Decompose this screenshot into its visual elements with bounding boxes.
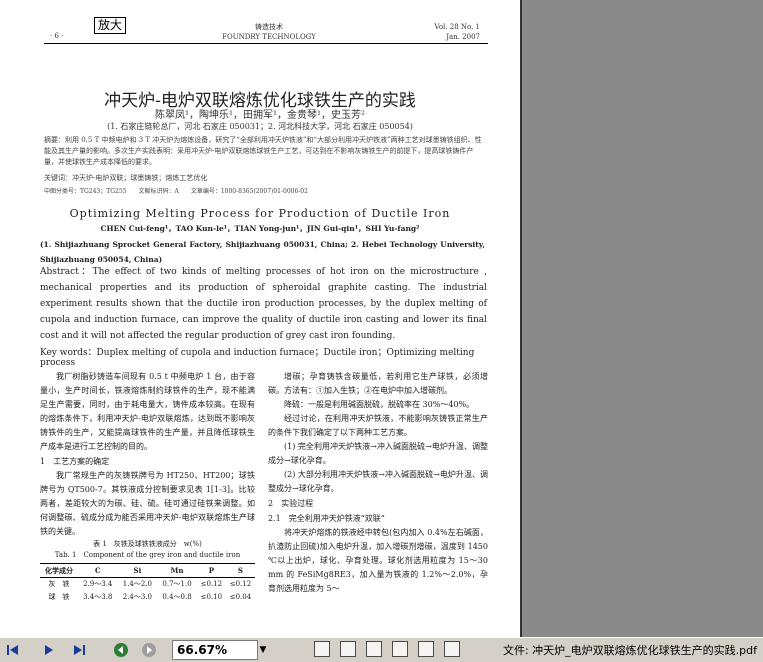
keywords-en: Key words：Duplex melting of cupola and i… <box>40 348 475 368</box>
section-heading: 2 实验过程 <box>268 499 314 508</box>
table-cell: 0.7～1.0 <box>162 580 192 588</box>
abstract-en: Abstract：The effect of two kinds of melt… <box>40 267 487 341</box>
subsection-heading: 2.1 完全利用冲天炉铁液“双联” <box>268 514 385 523</box>
journal-name-en: FOUNDRY TECHNOLOGY <box>222 33 316 41</box>
composition-table: 化学成分 C Si Mn P S 灰 铁 2.9～3.4 1.4～2.0 0.7… <box>40 563 255 604</box>
table-cell: 0.4～0.8 <box>162 593 192 601</box>
table-header: P <box>208 566 214 575</box>
pdf-page: 放大 · 6 · 铸造技术 FOUNDRY TECHNOLOGY Vol. 28… <box>0 0 522 637</box>
paragraph: 经过讨论，在利用冲天炉铁液，不能影响灰铸铁正常生产的条件下我们确定了以下两种工艺… <box>268 414 488 437</box>
abstract-cn: 摘要：利用 0.5 T 中频电炉和 3 T 冲天炉为熔炼设备，研究了“全部利用冲… <box>44 136 482 166</box>
single-page-view-icon[interactable] <box>314 641 330 657</box>
body-column-right: 增碳；孕育铸铁含碳量低，若利用它生产球铁，必须增碳。方法有：①加入生铁；②在电炉… <box>268 370 488 596</box>
table-cell: ≤0.12 <box>200 580 223 588</box>
forward-icon[interactable] <box>140 641 158 659</box>
table-header: S <box>237 566 243 575</box>
table-cell: ≤0.10 <box>200 593 223 601</box>
table-row: 灰 铁 2.9～3.4 1.4～2.0 0.7～1.0 ≤0.12 ≤0.12 <box>40 578 255 592</box>
next-page-icon[interactable] <box>40 641 58 659</box>
table-row: 球 铁 3.4～3.8 2.4～3.0 0.4～0.8 ≤0.10 ≤0.04 <box>40 591 255 604</box>
file-name: 文件: 冲天炉_电炉双联熔炼优化球铁生产的实践.pdf <box>502 644 757 657</box>
table-cell: ≤0.04 <box>229 593 252 601</box>
paragraph: (1) 完全利用冲天炉铁液→冲入碱面脱硫→电炉升温、调整成分→球化孕育。 <box>268 442 488 465</box>
table-header: Mn <box>170 566 184 575</box>
table-cell: ≤0.12 <box>229 580 252 588</box>
authors-en: CHEN Cui-feng¹，TAO Kun-le¹，TIAN Yong-jun… <box>100 224 420 233</box>
continuous-facing-view-icon[interactable] <box>392 641 408 657</box>
authors-cn: 陈翠凤¹，陶坤乐¹，田拥军¹，金贵琴¹，史玉芳² <box>154 110 366 121</box>
bottom-toolbar: 66.67% ▼ 文件: 冲天炉_电炉双联熔炼优化球铁生产的实践.pdf <box>0 637 763 662</box>
header-rule <box>44 43 488 44</box>
last-page-icon[interactable] <box>70 641 88 659</box>
title-en: Optimizing Melting Process for Productio… <box>69 207 451 220</box>
keywords-cn: 关键词：冲天炉-电炉双联；球墨铸铁；熔炼工艺优化 <box>44 174 208 182</box>
journal-date: Jan. 2007 <box>446 33 480 41</box>
facing-view-icon[interactable] <box>366 641 382 657</box>
document-viewer: 放大 · 6 · 铸造技术 FOUNDRY TECHNOLOGY Vol. 28… <box>0 0 763 637</box>
rotate-view-icon[interactable] <box>418 641 434 657</box>
table-cell: 灰 铁 <box>48 580 70 588</box>
back-icon[interactable] <box>112 641 130 659</box>
continuous-view-icon[interactable] <box>340 641 356 657</box>
table-cell: 2.4～3.0 <box>122 593 153 601</box>
paragraph: 将冲天炉熔炼的铁液经中转包(包内加入 0.4%左右碱面，扒渣防止回硫)加入电炉升… <box>268 528 488 593</box>
journal-name-cn: 铸造技术 <box>255 23 283 31</box>
paragraph: 我厂常规生产的灰铸铁牌号为 HT250、HT200；球铁牌号为 QT500-7。… <box>40 471 255 536</box>
first-page-icon[interactable] <box>4 641 22 659</box>
table-header: 化学成分 <box>44 566 73 575</box>
classification-line: 中图分类号：TG243；TG255 文献标识码：A 文章编号：1000-8365… <box>44 188 308 195</box>
table-header: C <box>94 566 101 575</box>
table-cell: 1.4～2.0 <box>122 580 153 588</box>
paragraph: (2) 大部分利用冲天炉铁液→冲入碱面脱硫→电炉升温、调整成分→球化孕育。 <box>268 470 488 493</box>
zoom-dropdown-icon[interactable]: ▼ <box>256 640 270 660</box>
journal-volume: Vol. 28 No. 1 <box>434 23 480 31</box>
affiliation-en: (1. Shijiazhuang Sprocket General Factor… <box>40 240 485 264</box>
paragraph: 我厂树脂砂铸造车间现有 0.5 t 中频电炉 1 台，由于容量小，生产时间长，铁… <box>40 372 255 451</box>
table-header: Si <box>133 566 142 575</box>
paragraph: 降硫：一般是利用碱面脱硫，脱硫率在 30%～40%。 <box>284 400 475 409</box>
running-header: · 6 · 铸造技术 FOUNDRY TECHNOLOGY Vol. 28 No… <box>44 22 494 42</box>
body-column-left: 我厂树脂砂铸造车间现有 0.5 t 中频电炉 1 台，由于容量小，生产时间长，铁… <box>40 370 255 604</box>
fit-page-icon[interactable] <box>444 641 460 657</box>
table-caption-cn: 表 1 灰铁及球铁铁液成分 w(%) <box>93 540 202 548</box>
paragraph: 增碳；孕育铸铁含碳量低，若利用它生产球铁，必须增碳。方法有：①加入生铁；②在电炉… <box>268 372 488 395</box>
section-heading: 1 工艺方案的确定 <box>40 457 110 466</box>
viewer-background <box>522 0 763 637</box>
table-cell: 2.9～3.4 <box>83 580 113 588</box>
table-cell: 球 铁 <box>48 593 70 601</box>
affiliation-cn: (1. 石家庄链轮总厂，河北 石家庄 050031；2. 河北科技大学，河北 石… <box>107 122 413 131</box>
table-caption-en: Tab. 1 Component of the grey iron and du… <box>54 551 241 559</box>
zoom-level-input[interactable]: 66.67% <box>172 640 258 660</box>
table-cell: 3.4～3.8 <box>83 593 113 601</box>
